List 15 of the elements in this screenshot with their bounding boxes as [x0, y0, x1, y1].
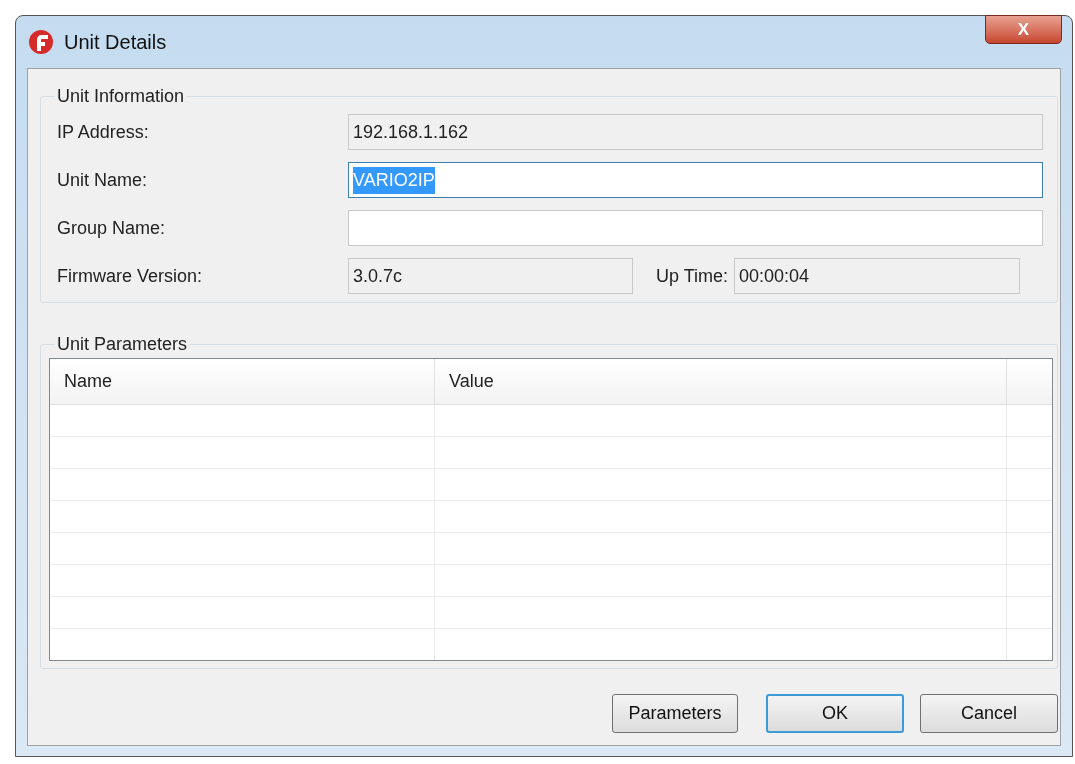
group-title: Unit Parameters [56, 333, 189, 356]
text-field[interactable] [348, 210, 1043, 246]
dialog-button[interactable]: OK [766, 694, 904, 733]
field-label: Up Time: [656, 264, 730, 288]
group-title: Unit Information [56, 85, 186, 108]
dialog-button[interactable]: Cancel [920, 694, 1058, 733]
column-header[interactable]: Value [435, 359, 1007, 404]
dialog-button[interactable]: Parameters [612, 694, 738, 733]
app-logo-icon [28, 29, 54, 55]
column-header[interactable]: Name [50, 359, 435, 404]
field-label: IP Address: [57, 120, 150, 144]
field-label: Group Name: [57, 216, 167, 240]
window-title: Unit Details [64, 30, 167, 55]
field-label: Firmware Version: [57, 264, 204, 288]
field-label: Unit Name: [57, 168, 149, 192]
